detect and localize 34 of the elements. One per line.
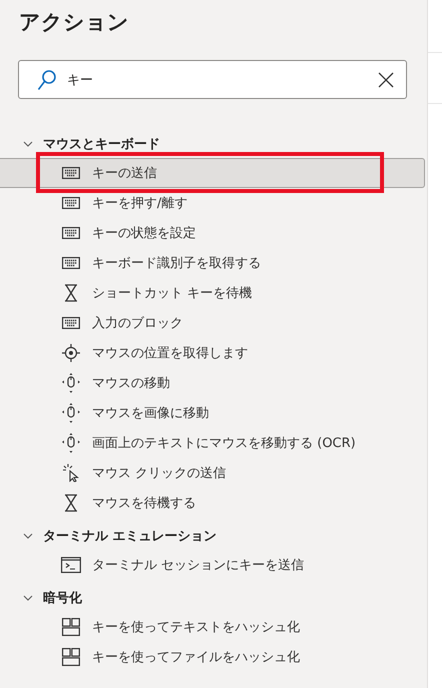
category-header[interactable]: 暗号化 <box>0 586 427 610</box>
action-item[interactable]: マウスを画像に移動 <box>0 398 425 428</box>
keyboard-icon <box>59 227 83 239</box>
grid-icon <box>59 618 83 636</box>
action-item[interactable]: キーの状態を設定 <box>0 218 425 248</box>
category-header[interactable]: マウスとキーボード <box>0 132 427 156</box>
terminal-icon <box>59 557 83 573</box>
action-item[interactable]: ショートカット キーを待機 <box>0 278 425 308</box>
search-icon <box>37 68 57 90</box>
search-field[interactable]: キー <box>18 60 407 99</box>
action-item[interactable]: マウスの位置を取得します <box>0 338 425 368</box>
action-item[interactable]: マウスを待機する <box>0 488 425 518</box>
crosshair-icon <box>59 344 83 362</box>
action-item[interactable]: キーを使ってファイルをハッシュ化 <box>0 642 425 672</box>
action-item[interactable]: マウスの移動 <box>0 368 425 398</box>
action-item[interactable]: ターミナル セッションにキーを送信 <box>0 550 425 580</box>
action-item[interactable]: キーボード識別子を取得する <box>0 248 425 278</box>
action-item[interactable]: 画面上のテキストにマウスを移動する (OCR) <box>0 428 425 458</box>
action-item[interactable]: 入力のブロック <box>0 308 425 338</box>
action-item[interactable]: キーの送信 <box>0 158 425 188</box>
keyboard-icon <box>59 167 83 179</box>
keyboard-icon <box>59 197 83 209</box>
keyboard-icon <box>59 257 83 269</box>
action-item[interactable]: キーを使ってテキストをハッシュ化 <box>0 612 425 642</box>
chevron-icon <box>23 533 33 539</box>
panel-title: アクション <box>18 9 130 36</box>
keyboard-icon <box>59 317 83 329</box>
category-header[interactable]: ターミナル エミュレーション <box>0 524 427 548</box>
action-item[interactable]: マウス クリックの送信 <box>0 458 425 488</box>
chevron-icon <box>23 595 33 601</box>
action-item[interactable]: キーを押す/離す <box>0 188 425 218</box>
chevron-icon <box>23 141 33 147</box>
grid-icon <box>59 648 83 666</box>
close-icon[interactable] <box>378 72 394 88</box>
